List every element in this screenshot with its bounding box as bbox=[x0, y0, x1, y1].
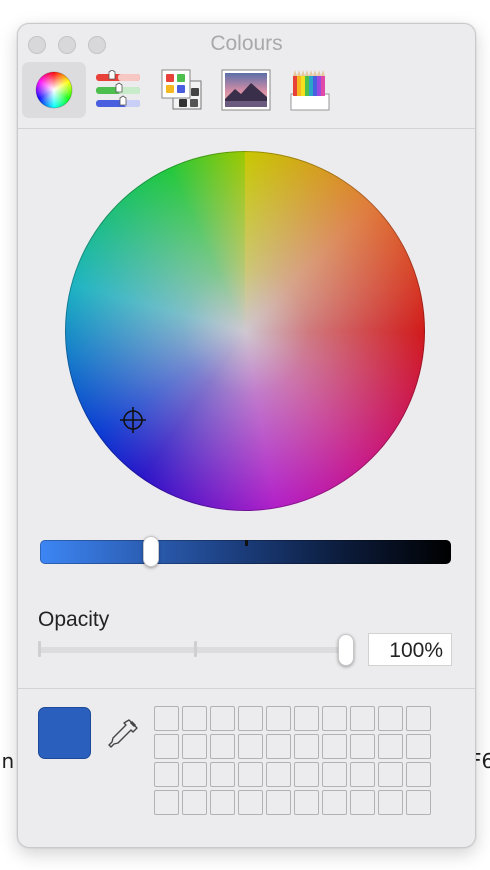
swatch-cell[interactable] bbox=[266, 706, 291, 731]
opacity-tick bbox=[194, 641, 197, 657]
swatch-cell[interactable] bbox=[266, 734, 291, 759]
swatch-cell[interactable] bbox=[238, 762, 263, 787]
swatch-cell[interactable] bbox=[154, 790, 179, 815]
swatch-cell[interactable] bbox=[378, 762, 403, 787]
swatch-cell[interactable] bbox=[406, 734, 431, 759]
swatch-cell[interactable] bbox=[238, 706, 263, 731]
swatch-divider bbox=[18, 688, 475, 689]
pencils-icon bbox=[290, 70, 330, 111]
brightness-slider-thumb[interactable] bbox=[142, 536, 159, 567]
swatch-cell[interactable] bbox=[350, 762, 375, 787]
brightness-marker bbox=[245, 540, 248, 546]
crosshair-icon[interactable] bbox=[120, 407, 146, 433]
swatch-cell[interactable] bbox=[182, 790, 207, 815]
swatch-cell[interactable] bbox=[350, 706, 375, 731]
title-bar: Colours bbox=[18, 24, 475, 62]
toolbar-divider bbox=[18, 128, 475, 129]
opacity-slider-thumb[interactable] bbox=[338, 634, 354, 666]
swatch-cell[interactable] bbox=[210, 762, 235, 787]
swatch-cell[interactable] bbox=[154, 734, 179, 759]
swatch-cell[interactable] bbox=[210, 706, 235, 731]
swatch-cell[interactable] bbox=[378, 734, 403, 759]
tab-colour-palettes[interactable] bbox=[150, 62, 214, 118]
swatch-cell[interactable] bbox=[322, 762, 347, 787]
opacity-tick bbox=[38, 641, 41, 657]
colours-panel: Colours Opacity 100% bbox=[17, 23, 476, 848]
swatch-cell[interactable] bbox=[182, 734, 207, 759]
swatch-cell[interactable] bbox=[182, 706, 207, 731]
background-text-left: in bbox=[0, 749, 15, 773]
swatch-cell[interactable] bbox=[266, 790, 291, 815]
swatch-cell[interactable] bbox=[406, 706, 431, 731]
opacity-value-field[interactable]: 100% bbox=[368, 633, 452, 666]
swatch-cell[interactable] bbox=[154, 706, 179, 731]
custom-colour-swatch-grid bbox=[154, 706, 431, 815]
colour-palettes-icon bbox=[161, 69, 202, 110]
swatch-cell[interactable] bbox=[210, 790, 235, 815]
eyedropper-icon[interactable] bbox=[107, 716, 141, 752]
swatch-cell[interactable] bbox=[294, 706, 319, 731]
current-colour-swatch[interactable] bbox=[38, 707, 91, 759]
tab-image-palettes[interactable] bbox=[214, 62, 278, 118]
swatch-cell[interactable] bbox=[322, 790, 347, 815]
swatch-cell[interactable] bbox=[238, 790, 263, 815]
colour-wheel[interactable] bbox=[65, 151, 425, 511]
swatch-cell[interactable] bbox=[350, 734, 375, 759]
tab-colour-wheel[interactable] bbox=[22, 62, 86, 118]
swatch-cell[interactable] bbox=[182, 762, 207, 787]
swatch-cell[interactable] bbox=[294, 762, 319, 787]
colour-sliders-icon bbox=[96, 70, 140, 107]
swatch-cell[interactable] bbox=[322, 734, 347, 759]
swatch-cell[interactable] bbox=[294, 790, 319, 815]
swatch-cell[interactable] bbox=[266, 762, 291, 787]
tab-pencils[interactable] bbox=[278, 62, 342, 118]
swatch-cell[interactable] bbox=[238, 734, 263, 759]
window-title: Colours bbox=[210, 32, 283, 55]
tab-colour-sliders[interactable] bbox=[86, 62, 150, 118]
swatch-cell[interactable] bbox=[406, 762, 431, 787]
swatch-cell[interactable] bbox=[406, 790, 431, 815]
toolbar bbox=[18, 62, 475, 128]
swatch-cell[interactable] bbox=[378, 706, 403, 731]
colour-wheel-icon bbox=[35, 71, 73, 109]
swatch-cell[interactable] bbox=[350, 790, 375, 815]
swatch-cell[interactable] bbox=[210, 734, 235, 759]
swatch-cell[interactable] bbox=[294, 734, 319, 759]
opacity-label: Opacity bbox=[38, 608, 110, 631]
swatch-cell[interactable] bbox=[378, 790, 403, 815]
swatch-cell[interactable] bbox=[154, 762, 179, 787]
swatch-cell[interactable] bbox=[322, 706, 347, 731]
image-palettes-icon bbox=[221, 69, 271, 111]
